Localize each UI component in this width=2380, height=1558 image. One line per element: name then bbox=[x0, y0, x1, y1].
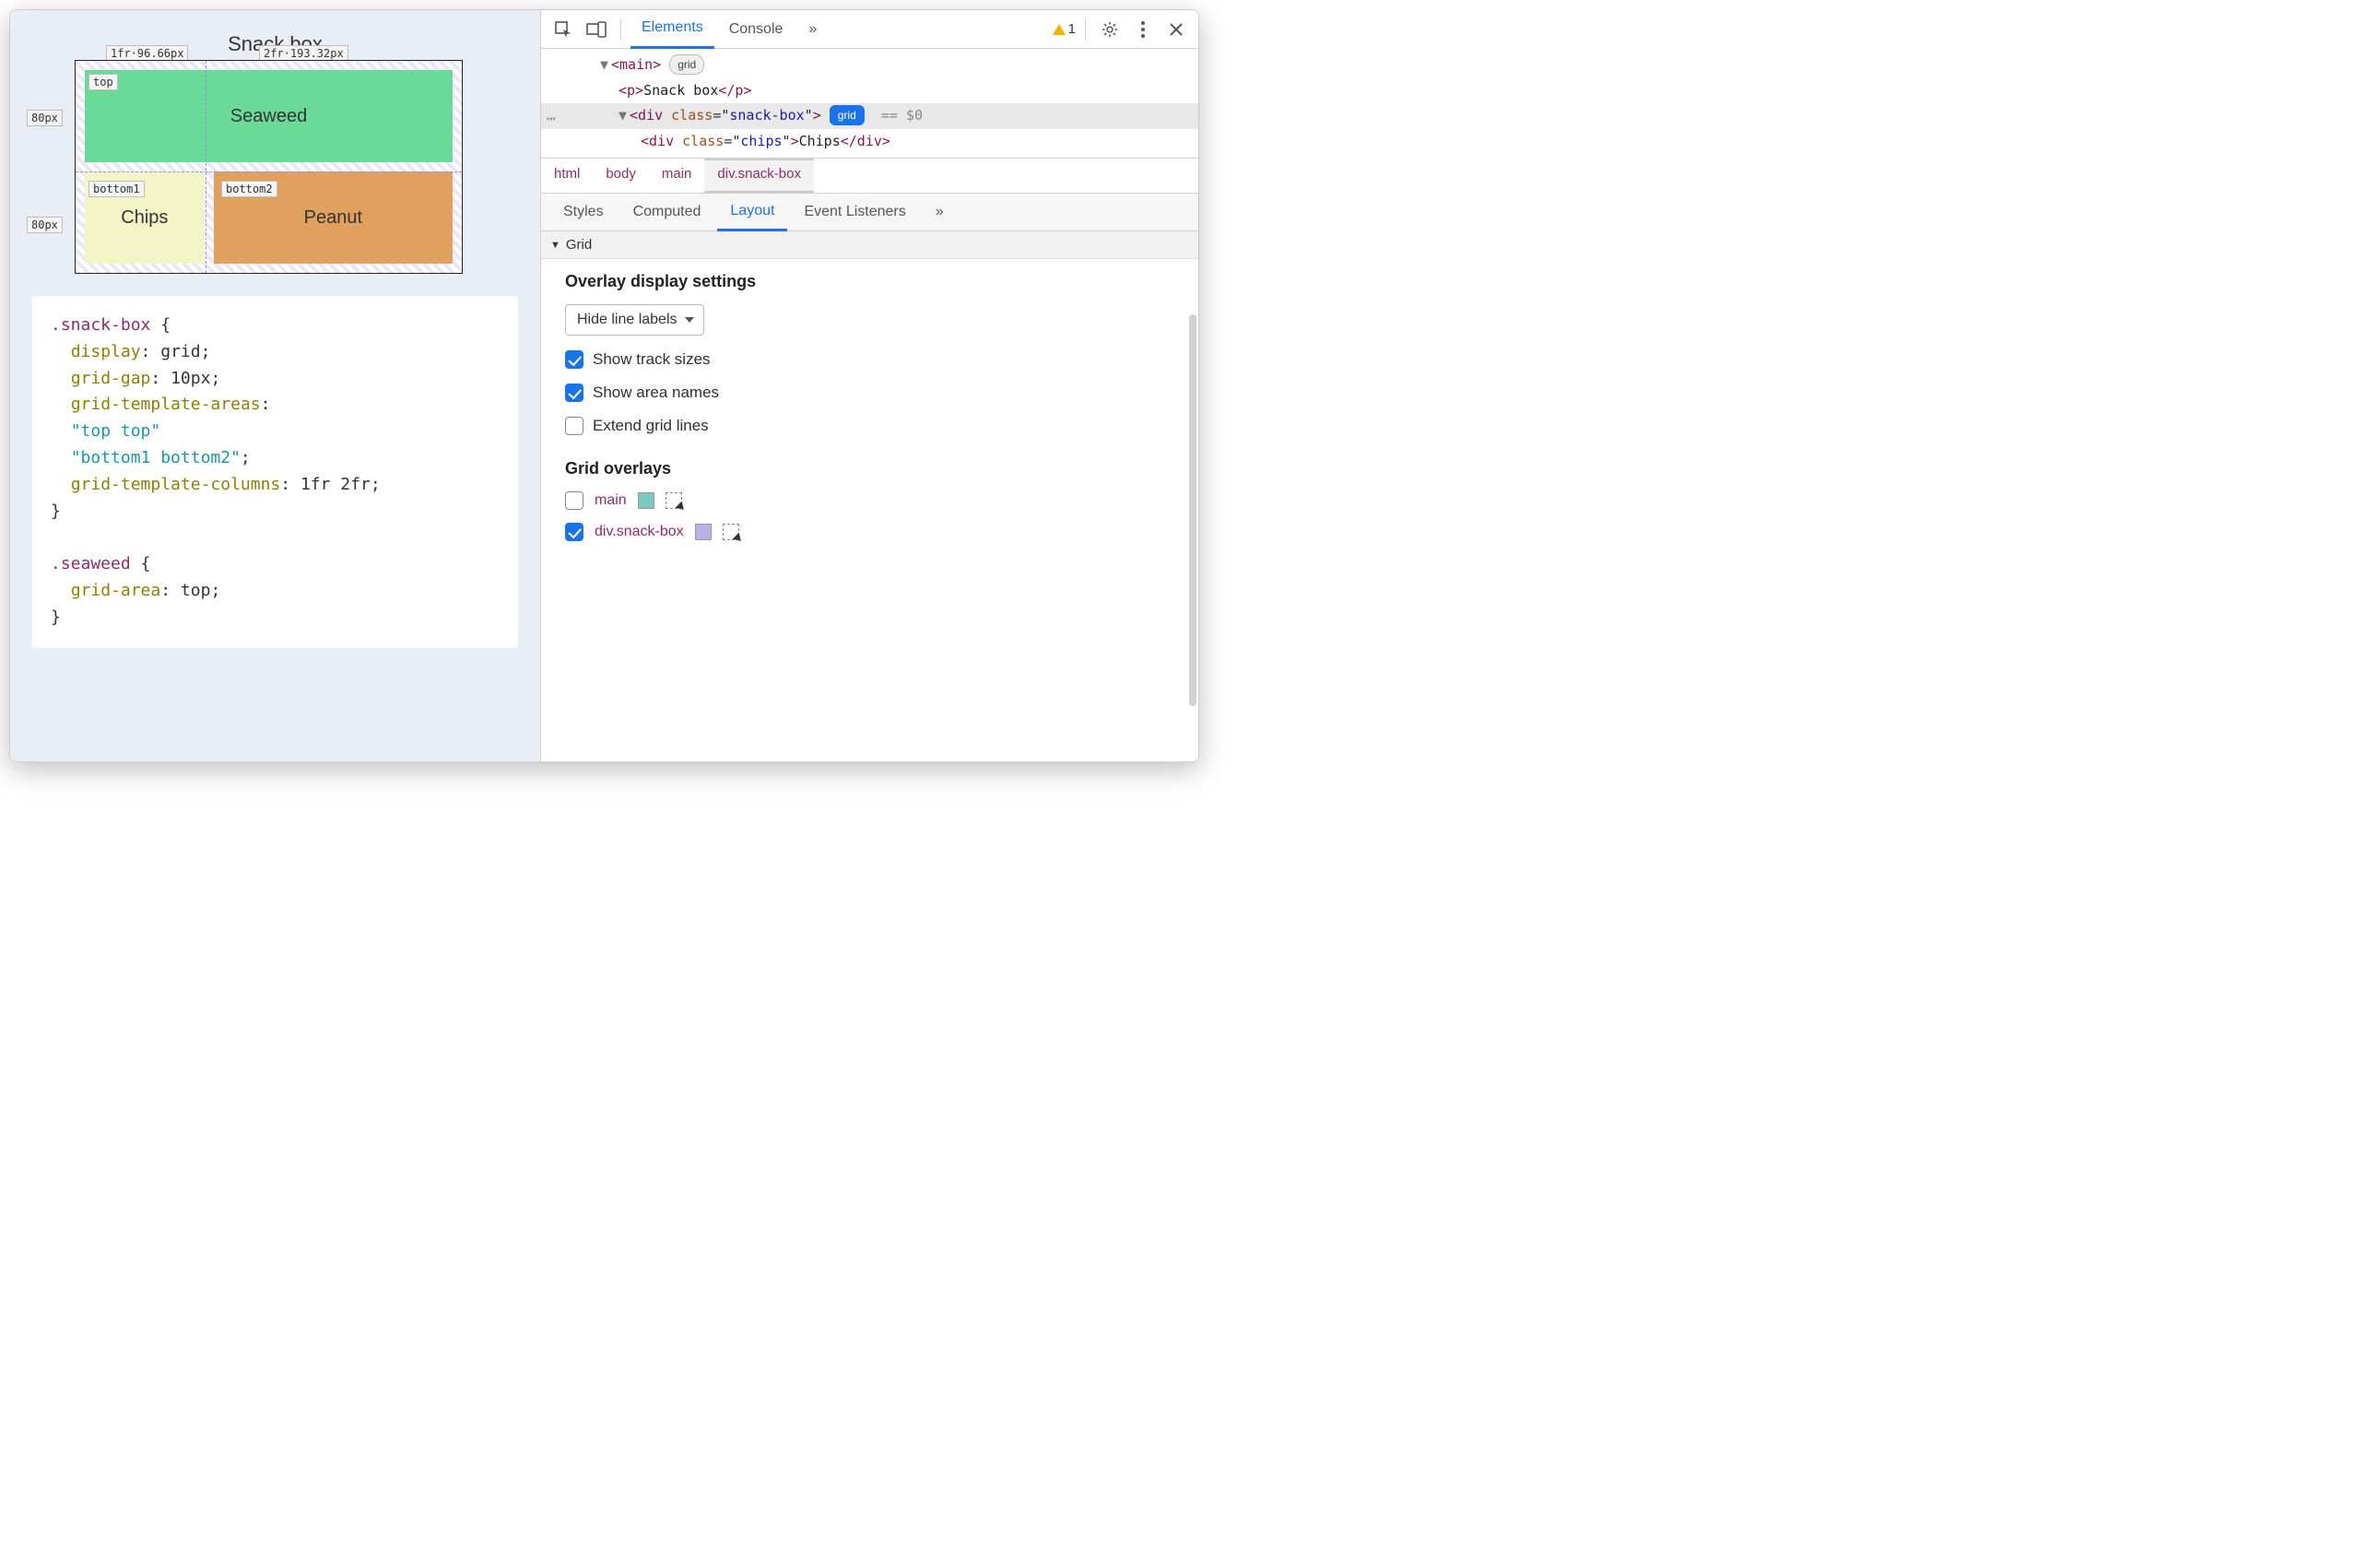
overlay-row-snack-box: div.snack-box bbox=[565, 523, 1174, 541]
grid-badge-main[interactable]: grid bbox=[669, 54, 704, 75]
subtab-styles[interactable]: Styles bbox=[550, 193, 617, 231]
warning-icon bbox=[1053, 24, 1066, 35]
grid-badge-snack-box[interactable]: grid bbox=[830, 105, 865, 125]
checkbox-icon[interactable] bbox=[565, 384, 583, 402]
kebab-menu-icon[interactable] bbox=[1128, 15, 1158, 44]
preview-pane: Snack box 1fr·96.66px 2fr·193.32px 80px … bbox=[10, 10, 541, 761]
close-icon[interactable] bbox=[1161, 15, 1191, 44]
color-swatch-snack-box[interactable] bbox=[695, 524, 712, 540]
tab-elements[interactable]: Elements bbox=[630, 10, 714, 49]
sidebar-subtabs: Styles Computed Layout Event Listeners » bbox=[541, 193, 1198, 231]
dom-node-chips[interactable]: <div class="chips">Chips</div> bbox=[541, 129, 1198, 155]
dom-node-p[interactable]: <p>Snack box</p> bbox=[541, 78, 1198, 104]
tab-console[interactable]: Console bbox=[718, 10, 795, 49]
dom-node-snack-box[interactable]: ⋯▼<div class="snack-box"> grid == $0 bbox=[541, 103, 1198, 129]
grid-overlays-title: Grid overlays bbox=[565, 459, 1174, 478]
check-show-track-sizes[interactable]: Show track sizes bbox=[565, 350, 1174, 369]
area-label-bottom1: bottom1 bbox=[88, 181, 145, 197]
app-window: Snack box 1fr·96.66px 2fr·193.32px 80px … bbox=[9, 9, 1199, 762]
overlay-row-main: main bbox=[565, 491, 1174, 510]
tabs-overflow[interactable]: » bbox=[797, 10, 828, 49]
check-show-area-names[interactable]: Show area names bbox=[565, 384, 1174, 402]
crumb-html[interactable]: html bbox=[541, 159, 593, 193]
dom-node-main[interactable]: ▼<main> grid bbox=[541, 53, 1198, 78]
overlay-settings-title: Overlay display settings bbox=[565, 272, 1174, 291]
subtab-event-listeners[interactable]: Event Listeners bbox=[791, 193, 918, 231]
color-swatch-main[interactable] bbox=[638, 492, 654, 509]
reveal-element-icon[interactable] bbox=[723, 524, 739, 540]
settings-gear-icon[interactable] bbox=[1095, 15, 1125, 44]
warning-count[interactable]: 1 bbox=[1053, 21, 1076, 37]
dom-tree[interactable]: ▼<main> grid <p>Snack box</p> ⋯▼<div cla… bbox=[541, 49, 1198, 158]
line-labels-select[interactable]: Hide line labels bbox=[565, 304, 704, 336]
area-label-top: top bbox=[88, 74, 118, 90]
area-label-bottom2: bottom2 bbox=[221, 181, 277, 197]
crumb-main[interactable]: main bbox=[649, 159, 705, 193]
dom-actions-icon[interactable]: ⋯ bbox=[547, 106, 556, 131]
track-size-row1: 80px bbox=[27, 110, 63, 126]
grid-section-header[interactable]: ▼ Grid bbox=[541, 231, 1198, 259]
toolbar-separator bbox=[620, 19, 621, 40]
crumb-snack-box[interactable]: div.snack-box bbox=[704, 159, 814, 193]
subtab-layout[interactable]: Layout bbox=[717, 193, 787, 231]
subtab-computed[interactable]: Computed bbox=[620, 193, 714, 231]
devtools-pane: Elements Console » 1 ▼<main> grid <p>Sna… bbox=[541, 10, 1198, 761]
snack-box-grid: top bottom1 bottom2 Seaweed Chips Peanut bbox=[75, 60, 463, 274]
disclosure-triangle-icon: ▼ bbox=[550, 240, 560, 251]
crumb-body[interactable]: body bbox=[593, 159, 649, 193]
inspect-element-icon[interactable] bbox=[548, 15, 578, 44]
grid-cell-seaweed: Seaweed bbox=[85, 70, 453, 162]
overlay-checkbox-main[interactable] bbox=[565, 491, 583, 510]
check-extend-grid-lines[interactable]: Extend grid lines bbox=[565, 417, 1174, 435]
toolbar-separator bbox=[1085, 19, 1086, 40]
overlay-checkbox-snack-box[interactable] bbox=[565, 523, 583, 541]
breadcrumb: html body main div.snack-box bbox=[541, 158, 1198, 193]
device-toolbar-icon[interactable] bbox=[582, 15, 611, 44]
reveal-element-icon[interactable] bbox=[666, 492, 682, 509]
grid-overlay-wrap: 1fr·96.66px 2fr·193.32px 80px 80px top b… bbox=[75, 60, 463, 274]
checkbox-icon[interactable] bbox=[565, 417, 583, 435]
devtools-toolbar: Elements Console » 1 bbox=[541, 10, 1198, 49]
checkbox-icon[interactable] bbox=[565, 350, 583, 369]
subtabs-overflow[interactable]: » bbox=[923, 193, 957, 231]
layout-panel: Overlay display settings Hide line label… bbox=[541, 259, 1198, 761]
scrollbar[interactable] bbox=[1189, 314, 1196, 706]
track-size-row2: 80px bbox=[27, 217, 63, 233]
code-block: .snack-box { display: grid; grid-gap: 10… bbox=[32, 296, 518, 648]
